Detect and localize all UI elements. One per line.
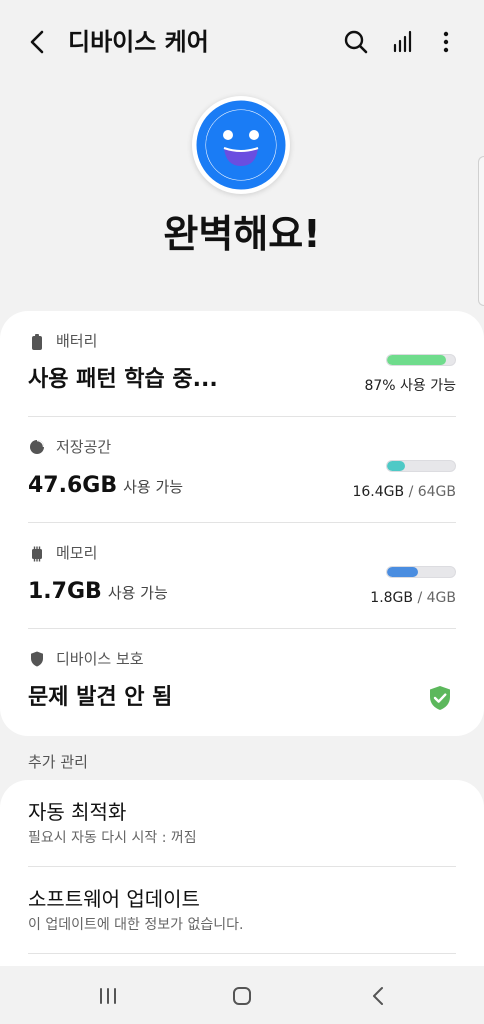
storage-usage: 16.4GB / 64GB — [352, 483, 456, 501]
divider — [28, 416, 456, 417]
protection-row[interactable]: 디바이스 보호 문제 발견 안 됨 — [28, 649, 456, 723]
smiley-face-icon — [192, 96, 290, 194]
memory-label: 메모리 — [56, 544, 98, 562]
memory-suffix: 사용 가능 — [107, 584, 168, 602]
memory-free: 1.7GB — [28, 579, 102, 604]
storage-bar — [386, 460, 456, 472]
memory-chip-icon — [28, 545, 46, 563]
battery-label: 배터리 — [56, 332, 98, 350]
recents-icon[interactable] — [91, 980, 125, 1012]
back-icon[interactable] — [361, 980, 395, 1012]
storage-bar-fill — [387, 461, 405, 471]
divider — [28, 522, 456, 523]
battery-row[interactable]: 배터리 사용 패턴 학습 중... 87% 사용 가능 — [28, 331, 456, 417]
memory-usage: 1.8GB / 4GB — [370, 589, 456, 607]
system-nav-bar — [0, 966, 484, 1024]
status-title: 완벽해요! — [163, 212, 321, 256]
software-update-subtitle: 이 업데이트에 대한 정보가 없습니다. — [28, 917, 244, 933]
auto-optimize-title: 자동 최적화 — [28, 800, 127, 824]
top-app-bar: 디바이스 케어 — [0, 0, 484, 84]
signal-bars-icon[interactable] — [387, 26, 419, 58]
auto-optimize-subtitle: 필요시 자동 다시 시작 : 꺼짐 — [28, 830, 197, 846]
protection-label: 디바이스 보호 — [56, 650, 144, 668]
home-icon[interactable] — [225, 980, 259, 1012]
page-title: 디바이스 케어 — [68, 28, 209, 56]
storage-free: 47.6GB — [28, 473, 118, 498]
shield-icon — [28, 650, 46, 668]
edge-panel-handle[interactable] — [478, 156, 484, 306]
divider — [28, 953, 456, 954]
storage-row[interactable]: 저장공간 47.6GB 사용 가능 16.4GB / 64GB — [28, 437, 456, 523]
back-arrow-icon[interactable] — [22, 26, 54, 58]
pie-chart-icon — [28, 438, 46, 456]
protection-value: 문제 발견 안 됨 — [28, 685, 173, 710]
storage-value: 47.6GB 사용 가능 — [28, 471, 183, 502]
search-icon[interactable] — [340, 26, 372, 58]
memory-total: / 4GB — [417, 590, 456, 606]
storage-suffix: 사용 가능 — [123, 478, 184, 496]
more-vert-icon[interactable] — [430, 26, 462, 58]
section-label-extra: 추가 관리 — [28, 753, 88, 771]
software-update-item[interactable]: 소프트웨어 업데이트 이 업데이트에 대한 정보가 없습니다. — [0, 867, 484, 953]
storage-used: 16.4GB — [352, 484, 405, 500]
extra-options-card: 자동 최적화 필요시 자동 다시 시작 : 꺼짐 소프트웨어 업데이트 이 업데… — [0, 780, 484, 980]
storage-total: / 64GB — [408, 484, 456, 500]
device-status-card: 배터리 사용 패턴 학습 중... 87% 사용 가능 저장공간 47.6GB 사… — [0, 311, 484, 736]
shield-check-icon — [428, 685, 452, 711]
auto-optimize-item[interactable]: 자동 최적화 필요시 자동 다시 시작 : 꺼짐 — [0, 780, 484, 866]
storage-label: 저장공간 — [56, 438, 112, 456]
memory-row[interactable]: 메모리 1.7GB 사용 가능 1.8GB / 4GB — [28, 543, 456, 629]
memory-used: 1.8GB — [370, 590, 414, 606]
memory-value: 1.7GB 사용 가능 — [28, 577, 168, 608]
battery-available: 87% 사용 가능 — [364, 378, 456, 394]
battery-bar-fill — [387, 355, 447, 365]
divider — [28, 628, 456, 629]
memory-bar — [386, 566, 456, 578]
memory-bar-fill — [387, 567, 418, 577]
battery-icon — [28, 333, 46, 351]
software-update-title: 소프트웨어 업데이트 — [28, 887, 200, 911]
battery-value: 사용 패턴 학습 중... — [28, 367, 218, 392]
battery-bar — [386, 354, 456, 366]
